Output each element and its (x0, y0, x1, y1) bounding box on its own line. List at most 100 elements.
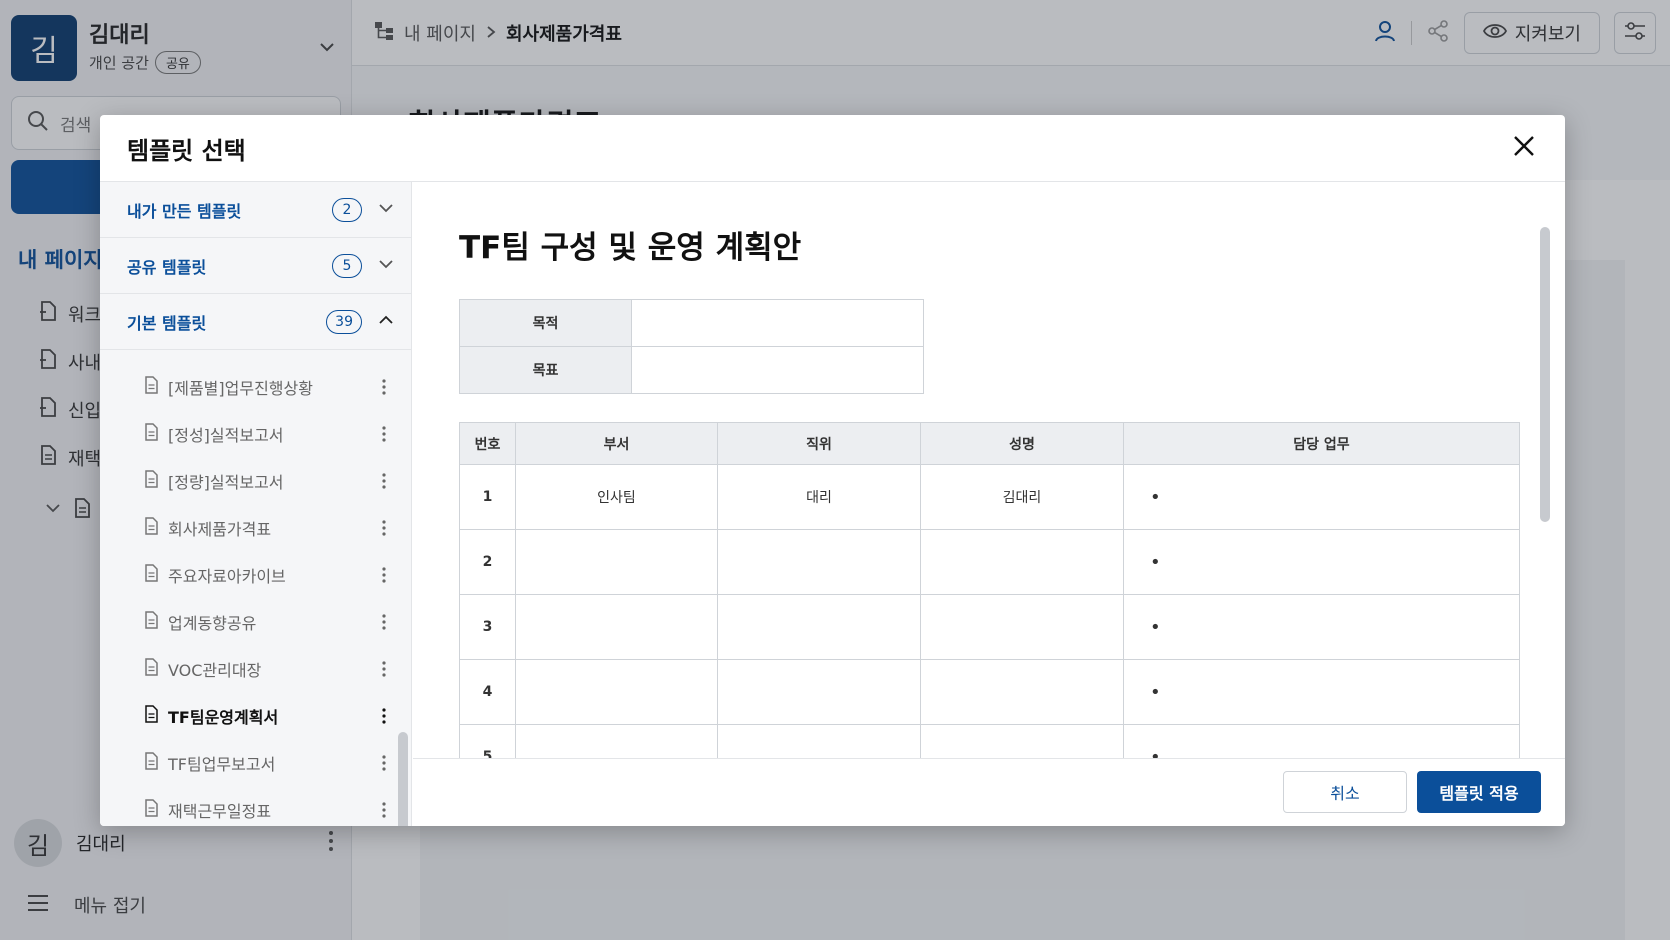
template-item[interactable]: VOC관리대장 (144, 649, 394, 689)
meta-table: 목적 목표 (459, 299, 924, 394)
row-number: 3 (459, 594, 516, 660)
apply-template-button[interactable]: 템플릿 적용 (1417, 771, 1541, 813)
category-label: 공유 템플릿 (127, 257, 207, 277)
dept-cell (515, 659, 718, 725)
more-vertical-icon[interactable] (374, 518, 394, 538)
position-cell (717, 659, 921, 725)
template-label: TF팀운영계획서 (168, 708, 279, 727)
document-icon (144, 705, 158, 727)
name-cell (920, 594, 1124, 660)
table-row: 1 인사팀 대리 김대리 • (459, 464, 1520, 530)
chevron-down-icon (378, 200, 394, 220)
template-item[interactable]: [정성]실적보고서 (144, 414, 394, 454)
template-item[interactable]: [정량]실적보고서 (144, 461, 394, 501)
document-icon (144, 376, 158, 398)
more-vertical-icon[interactable] (374, 424, 394, 444)
template-label: TF팀업무보고서 (168, 755, 276, 774)
document-icon (144, 611, 158, 633)
name-cell (920, 724, 1124, 758)
category-label: 기본 템플릿 (127, 313, 207, 333)
count-badge: 39 (326, 310, 362, 334)
document-icon (144, 658, 158, 680)
close-icon (1513, 135, 1535, 161)
more-vertical-icon[interactable] (374, 612, 394, 632)
column-header: 직위 (717, 422, 921, 465)
more-vertical-icon[interactable] (374, 706, 394, 726)
template-list-scrollbar[interactable] (398, 732, 408, 826)
meta-label: 목표 (459, 346, 632, 394)
template-item[interactable]: TF팀운영계획서 (144, 696, 394, 736)
column-header: 번호 (459, 422, 516, 465)
document-icon (144, 517, 158, 539)
template-item[interactable]: 업계동향공유 (144, 602, 394, 642)
dept-cell (515, 724, 718, 758)
more-vertical-icon[interactable] (374, 471, 394, 491)
category-my-templates[interactable]: 내가 만든 템플릿 2 (100, 182, 411, 238)
table-row: 5 • (459, 724, 1520, 758)
close-button[interactable] (1507, 131, 1541, 165)
chevron-up-icon (378, 312, 394, 332)
column-header: 담당 업무 (1123, 422, 1520, 465)
category-basic-templates[interactable]: 기본 템플릿 39 (100, 294, 411, 350)
name-cell: 김대리 (920, 464, 1124, 530)
count-badge: 5 (332, 254, 362, 278)
dept-cell (515, 594, 718, 660)
table-row: 2 • (459, 529, 1520, 595)
meta-value (631, 299, 924, 347)
preview-title: TF팀 구성 및 운영 계획안 (459, 230, 802, 266)
modal-header: 템플릿 선택 (100, 115, 1565, 182)
template-item[interactable]: [제품별]업무진행상황 (144, 367, 394, 407)
category-label: 내가 만든 템플릿 (127, 201, 242, 221)
template-label: 업계동향공유 (168, 614, 257, 633)
dept-cell (515, 529, 718, 595)
more-vertical-icon[interactable] (374, 377, 394, 397)
template-label: VOC관리대장 (168, 661, 262, 680)
duty-cell: • (1123, 724, 1520, 758)
document-icon (144, 470, 158, 492)
template-label: 주요자료아카이브 (168, 567, 286, 586)
cancel-button[interactable]: 취소 (1283, 771, 1407, 813)
template-item[interactable]: 재택근무일정표 (144, 790, 394, 826)
name-cell (920, 529, 1124, 595)
template-list: 내가 만든 템플릿 2 공유 템플릿 5 기본 템플릿 39 [제품별]업무진행… (100, 182, 412, 826)
duty-cell: • (1123, 529, 1520, 595)
count-badge: 2 (332, 198, 362, 222)
template-item[interactable]: 주요자료아카이브 (144, 555, 394, 595)
more-vertical-icon[interactable] (374, 659, 394, 679)
document-icon (144, 423, 158, 445)
template-preview: TF팀 구성 및 운영 계획안 목적 목표 번호 부서 직위 성명 담당 업무 (413, 182, 1565, 758)
more-vertical-icon[interactable] (374, 753, 394, 773)
category-shared-templates[interactable]: 공유 템플릿 5 (100, 238, 411, 294)
row-number: 1 (459, 464, 516, 530)
table-row: 목적 (459, 299, 924, 347)
template-label: 회사제품가격표 (168, 520, 272, 539)
document-icon (144, 752, 158, 774)
duty-cell: • (1123, 464, 1520, 530)
name-cell (920, 659, 1124, 725)
template-item[interactable]: 회사제품가격표 (144, 508, 394, 548)
team-table: 번호 부서 직위 성명 담당 업무 1 인사팀 대리 김대리 • 2 • 3 • 4 • 5 • (459, 422, 1520, 758)
preview-scrollbar[interactable] (1540, 227, 1550, 522)
column-header: 부서 (515, 422, 718, 465)
column-header: 성명 (920, 422, 1124, 465)
table-row: 4 • (459, 659, 1520, 725)
document-icon (144, 564, 158, 586)
more-vertical-icon[interactable] (374, 800, 394, 820)
position-cell: 대리 (717, 464, 921, 530)
dept-cell: 인사팀 (515, 464, 718, 530)
meta-label: 목적 (459, 299, 632, 347)
meta-value (631, 346, 924, 394)
template-label: 재택근무일정표 (168, 802, 272, 821)
more-vertical-icon[interactable] (374, 565, 394, 585)
duty-cell: • (1123, 659, 1520, 725)
chevron-down-icon (378, 256, 394, 276)
position-cell (717, 529, 921, 595)
template-label: [정성]실적보고서 (168, 426, 284, 445)
template-item[interactable]: TF팀업무보고서 (144, 743, 394, 783)
row-number: 2 (459, 529, 516, 595)
table-row: 목표 (459, 346, 924, 394)
modal-title: 템플릿 선택 (127, 137, 246, 165)
duty-cell: • (1123, 594, 1520, 660)
template-label: [제품별]업무진행상황 (168, 379, 313, 398)
modal-footer: 취소 템플릿 적용 (413, 758, 1565, 826)
